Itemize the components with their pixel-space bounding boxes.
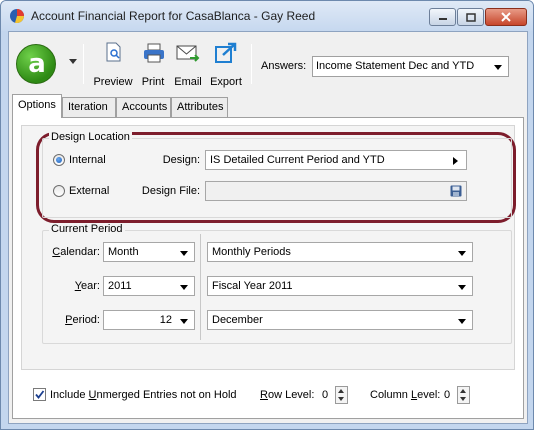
year-desc: Fiscal Year 2011 (212, 280, 293, 292)
chevron-down-icon (494, 65, 502, 70)
answers-select[interactable]: Income Statement Dec and YTD (312, 56, 509, 77)
printer-icon (144, 43, 164, 63)
close-icon (501, 12, 511, 22)
external-radio[interactable] (53, 185, 65, 197)
spin-down-icon[interactable] (338, 397, 344, 401)
email-icon (176, 45, 200, 62)
column-level-spinner[interactable] (457, 386, 470, 404)
year-select[interactable]: 2011 (103, 276, 195, 296)
options-tab-panel: Design Location Internal External Design… (12, 117, 524, 419)
calendar-desc: Monthly Periods (212, 246, 291, 258)
title-bar: Account Financial Report for CasaBlanca … (1, 1, 533, 31)
period-select[interactable]: 12 (103, 310, 195, 330)
dialog-client: a Preview Print Email Export Answers: In… (8, 31, 528, 424)
period-desc: December (212, 314, 263, 326)
app-logo-button[interactable]: a (16, 44, 56, 84)
toolbar-separator (83, 44, 84, 84)
chevron-down-icon (458, 285, 466, 290)
design-location-title: Design Location (49, 131, 132, 143)
chevron-down-icon (458, 251, 466, 256)
external-label: External (69, 185, 110, 197)
chevron-down-icon (180, 285, 188, 290)
checkmark-icon (35, 390, 45, 399)
minimize-icon (438, 18, 447, 20)
email-label: Email (174, 76, 202, 88)
close-button[interactable] (485, 8, 527, 26)
print-button[interactable]: Print (137, 42, 169, 88)
answers-label: Answers: (261, 60, 307, 72)
period-divider (200, 234, 201, 340)
pie-chart-app-icon (10, 9, 24, 23)
tab-iteration[interactable]: Iteration (62, 97, 116, 117)
column-level-value[interactable]: 0 (444, 389, 450, 401)
year-value: 2011 (108, 280, 132, 292)
save-disk-icon[interactable] (450, 185, 462, 197)
calendar-label: Calendar: (52, 246, 100, 258)
tab-attributes[interactable]: Attributes (171, 97, 228, 117)
year-desc-select[interactable]: Fiscal Year 2011 (207, 276, 473, 296)
spin-up-icon[interactable] (460, 389, 466, 393)
export-label: Export (210, 76, 242, 88)
design-value: IS Detailed Current Period and YTD (210, 154, 385, 166)
row-level-spinner[interactable] (335, 386, 348, 404)
minimize-button[interactable] (429, 8, 456, 26)
tab-label: Iteration (68, 101, 108, 113)
export-icon (215, 42, 237, 63)
tab-accounts[interactable]: Accounts (116, 97, 171, 117)
logo-dropdown-icon[interactable] (69, 59, 77, 64)
tab-label: Attributes (177, 101, 224, 113)
chevron-down-icon (180, 319, 188, 324)
report-window: Account Financial Report for CasaBlanca … (0, 0, 534, 430)
row-level-label: Row Level: (260, 389, 315, 401)
include-unmerged-label: Include Unmerged Entries not on Hold (50, 389, 237, 401)
period-value: 12 (159, 314, 172, 326)
toolbar-separator (251, 44, 252, 84)
preview-button[interactable]: Preview (91, 42, 135, 88)
include-unmerged-checkbox[interactable] (33, 388, 46, 401)
toolbar: a Preview Print Email Export Answers: In… (9, 32, 527, 92)
preview-label: Preview (93, 76, 133, 88)
email-button[interactable]: Email (171, 42, 205, 88)
tab-options[interactable]: Options (12, 94, 62, 118)
tab-label: Accounts (122, 101, 168, 113)
maximize-button[interactable] (457, 8, 484, 26)
chevron-down-icon (180, 251, 188, 256)
period-label: Period: (65, 314, 100, 326)
calendar-value: Month (108, 246, 139, 258)
options-group: Design Location Internal External Design… (21, 125, 516, 370)
row-level-value[interactable]: 0 (322, 389, 328, 401)
current-period-title: Current Period (49, 223, 125, 235)
year-label: Year: (74, 280, 100, 292)
logo-letter: a (28, 49, 46, 79)
chevron-right-icon (453, 157, 458, 165)
design-label: Design: (162, 154, 200, 166)
answers-value: Income Statement Dec and YTD (316, 60, 475, 72)
preview-icon (106, 42, 121, 62)
design-file-field[interactable] (205, 181, 467, 201)
design-file-label: Design File: (141, 185, 200, 197)
period-desc-select[interactable]: December (207, 310, 473, 330)
calendar-desc-select[interactable]: Monthly Periods (207, 242, 473, 262)
maximize-icon (465, 12, 476, 22)
internal-radio[interactable] (53, 154, 65, 166)
export-button[interactable]: Export (207, 42, 245, 88)
chevron-down-icon (458, 319, 466, 324)
spin-up-icon[interactable] (338, 389, 344, 393)
print-label: Print (141, 76, 165, 88)
design-select[interactable]: IS Detailed Current Period and YTD (205, 150, 467, 170)
spin-down-icon[interactable] (460, 397, 466, 401)
column-level-label: Column Level: (370, 389, 441, 401)
calendar-select[interactable]: Month (103, 242, 195, 262)
window-title: Account Financial Report for CasaBlanca … (31, 9, 316, 23)
internal-label: Internal (69, 154, 106, 166)
tab-label: Options (18, 99, 56, 111)
